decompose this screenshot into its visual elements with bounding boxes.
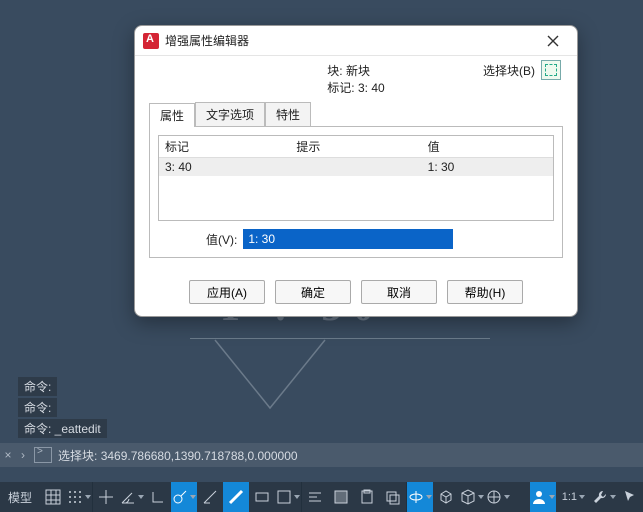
history-line: 命令: [18, 377, 57, 396]
plane-icon[interactable] [249, 482, 275, 512]
align-icon[interactable] [302, 482, 328, 512]
chevron-down-icon [579, 495, 585, 499]
box3d-icon[interactable] [433, 482, 459, 512]
close-icon [547, 35, 559, 47]
command-bar[interactable]: × › 选择块: 3469.786680,1390.718788,0.00000… [0, 443, 643, 467]
corner-icon[interactable] [197, 482, 223, 512]
apply-button[interactable]: 应用(A) [189, 280, 265, 304]
tab-attributes[interactable]: 属性 [149, 103, 195, 127]
block-value: 新块 [346, 64, 370, 78]
circle-tan-icon[interactable] [171, 482, 197, 512]
cancel-button[interactable]: 取消 [361, 280, 437, 304]
col-prompt[interactable]: 提示 [290, 136, 421, 157]
compass-icon[interactable] [485, 482, 511, 512]
dots-icon[interactable] [66, 482, 92, 512]
col-value[interactable]: 值 [422, 136, 553, 157]
chevron-down-icon [85, 495, 91, 499]
thickness-icon[interactable] [223, 482, 249, 512]
rotate3d-icon[interactable] [407, 482, 433, 512]
value-label: 值(V): [206, 231, 237, 248]
wrench-icon[interactable] [591, 482, 617, 512]
scale-ratio[interactable]: 1:1 [556, 482, 591, 512]
chevron-down-icon [426, 495, 432, 499]
status-bar: 模型 1:1 [0, 482, 643, 512]
cell-tag: 3: 40 [159, 158, 290, 176]
model-tab[interactable]: 模型 [0, 482, 40, 512]
command-chevron-icon[interactable]: › [16, 448, 30, 462]
cursor-icon[interactable] [617, 482, 643, 512]
tab-properties[interactable]: 特性 [265, 102, 311, 126]
dialog-titlebar[interactable]: 增强属性编辑器 [135, 26, 577, 56]
command-close-icon[interactable]: × [0, 448, 16, 462]
command-history: 命令: 命令: 命令: _eattedit [18, 375, 107, 438]
canvas-triangle [210, 338, 330, 418]
person-icon[interactable] [530, 482, 556, 512]
layers-icon[interactable] [380, 482, 406, 512]
dialog-title: 增强属性编辑器 [165, 32, 249, 49]
block-label: 块: [327, 64, 342, 78]
tag-value: 3: 40 [358, 81, 385, 95]
ortho-icon[interactable] [145, 482, 171, 512]
attribute-table[interactable]: 标记 提示 值 3: 40 1: 30 [158, 135, 554, 221]
chevron-down-icon [190, 495, 196, 499]
chevron-down-icon [478, 495, 484, 499]
history-line: 命令: [18, 398, 57, 417]
table-header: 标记 提示 值 [159, 136, 553, 158]
cell-prompt [290, 158, 421, 176]
tab-pane-attributes: 标记 提示 值 3: 40 1: 30 值(V): [149, 126, 563, 258]
chevron-down-icon [504, 495, 510, 499]
tab-strip: 属性 文字选项 特性 [149, 102, 563, 126]
wireframe-icon[interactable] [459, 482, 485, 512]
tag-label: 标记: [327, 81, 354, 95]
dialog-footer: 应用(A) 确定 取消 帮助(H) [135, 272, 577, 316]
scale-ratio-text: 1:1 [562, 491, 577, 503]
hatch-icon[interactable] [328, 482, 354, 512]
terminal-icon [34, 447, 52, 463]
value-input[interactable] [243, 229, 453, 249]
enhanced-attribute-editor-dialog: 增强属性编辑器 块: 新块 标记: 3: 40 选择块(B) 属性 文字 [134, 25, 578, 317]
col-tag[interactable]: 标记 [159, 136, 290, 157]
close-button[interactable] [537, 29, 569, 53]
cell-value: 1: 30 [422, 158, 553, 176]
spacer [0, 467, 643, 482]
help-button[interactable]: 帮助(H) [447, 280, 523, 304]
chevron-down-icon [549, 495, 555, 499]
history-line: 命令: _eattedit [18, 419, 107, 438]
snap-icon[interactable] [93, 482, 119, 512]
app-icon [143, 33, 159, 49]
command-coords: 3469.786680,1390.718788,0.000000 [101, 449, 298, 463]
chevron-down-icon [294, 495, 300, 499]
grid-icon[interactable] [40, 482, 66, 512]
angle-icon[interactable] [119, 482, 145, 512]
command-prompt: 选择块: [58, 449, 97, 463]
clipboard-icon[interactable] [354, 482, 380, 512]
tab-text-options[interactable]: 文字选项 [195, 102, 265, 126]
select-block-button[interactable] [541, 60, 561, 80]
ok-button[interactable]: 确定 [275, 280, 351, 304]
rect-icon[interactable] [275, 482, 301, 512]
chevron-down-icon [138, 495, 144, 499]
chevron-down-icon [610, 495, 616, 499]
select-block-label: 选择块(B) [483, 62, 535, 79]
command-text[interactable]: 选择块: 3469.786680,1390.718788,0.000000 [58, 447, 643, 464]
table-row[interactable]: 3: 40 1: 30 [159, 158, 553, 176]
